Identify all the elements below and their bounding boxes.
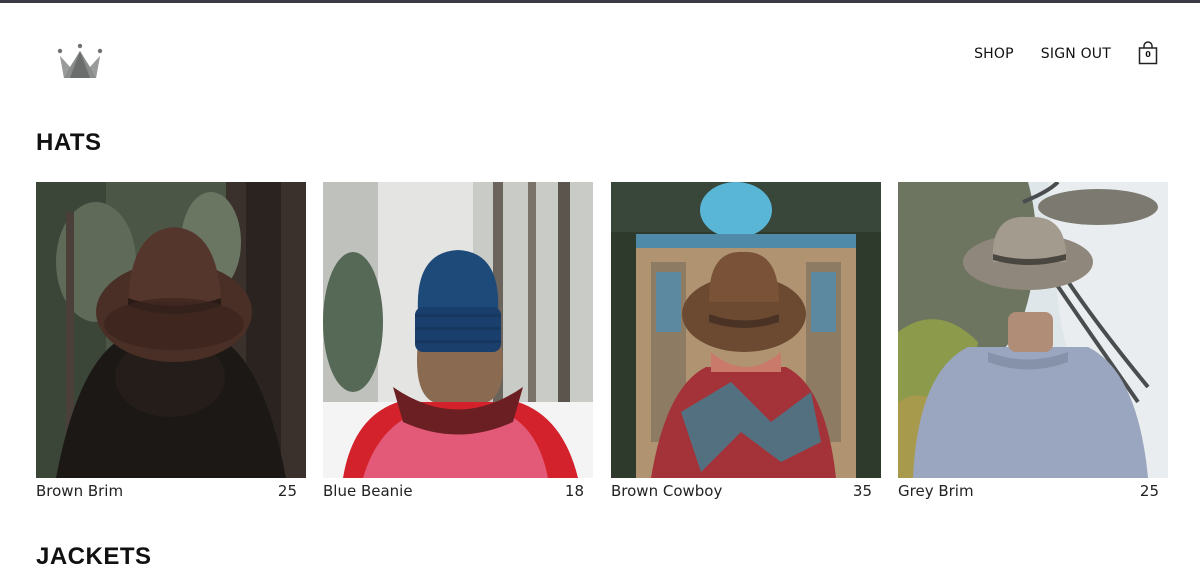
header: SHOP SIGN OUT 0 bbox=[0, 3, 1200, 98]
product-price: 35 bbox=[852, 482, 872, 500]
product-price: 25 bbox=[1139, 482, 1159, 500]
product-image[interactable] bbox=[611, 182, 881, 478]
product-name: Grey Brim bbox=[898, 482, 974, 500]
nav-shop-link[interactable]: SHOP bbox=[974, 46, 1014, 62]
product-card[interactable]: Grey Brim 25 bbox=[898, 182, 1168, 512]
crown-logo-icon[interactable] bbox=[56, 43, 104, 81]
product-card[interactable]: Brown Brim 25 bbox=[36, 182, 306, 512]
cart-item-count: 0 bbox=[1145, 50, 1151, 59]
product-card[interactable]: Brown Cowboy 35 bbox=[611, 182, 881, 512]
product-name: Blue Beanie bbox=[323, 482, 413, 500]
product-card[interactable]: Blue Beanie 18 bbox=[323, 182, 593, 512]
product-image[interactable] bbox=[36, 182, 306, 478]
nav-sign-out-link[interactable]: SIGN OUT bbox=[1041, 46, 1111, 62]
product-meta: Brown Brim 25 bbox=[36, 478, 306, 508]
section-title-jackets[interactable]: JACKETS bbox=[36, 543, 152, 571]
section-title-hats[interactable]: HATS bbox=[36, 129, 102, 157]
product-image[interactable] bbox=[323, 182, 593, 478]
product-image[interactable] bbox=[898, 182, 1168, 478]
product-price: 25 bbox=[277, 482, 297, 500]
product-name: Brown Cowboy bbox=[611, 482, 723, 500]
main-nav: SHOP SIGN OUT 0 bbox=[974, 41, 1158, 65]
product-grid: Brown Brim 25 Blue Beanie 18 Brown Cowbo… bbox=[36, 182, 1168, 512]
shopping-bag-icon[interactable]: 0 bbox=[1138, 41, 1158, 65]
product-meta: Brown Cowboy 35 bbox=[611, 478, 881, 508]
product-name: Brown Brim bbox=[36, 482, 124, 500]
product-meta: Blue Beanie 18 bbox=[323, 478, 593, 508]
product-meta: Grey Brim 25 bbox=[898, 478, 1168, 508]
product-price: 18 bbox=[564, 482, 584, 500]
